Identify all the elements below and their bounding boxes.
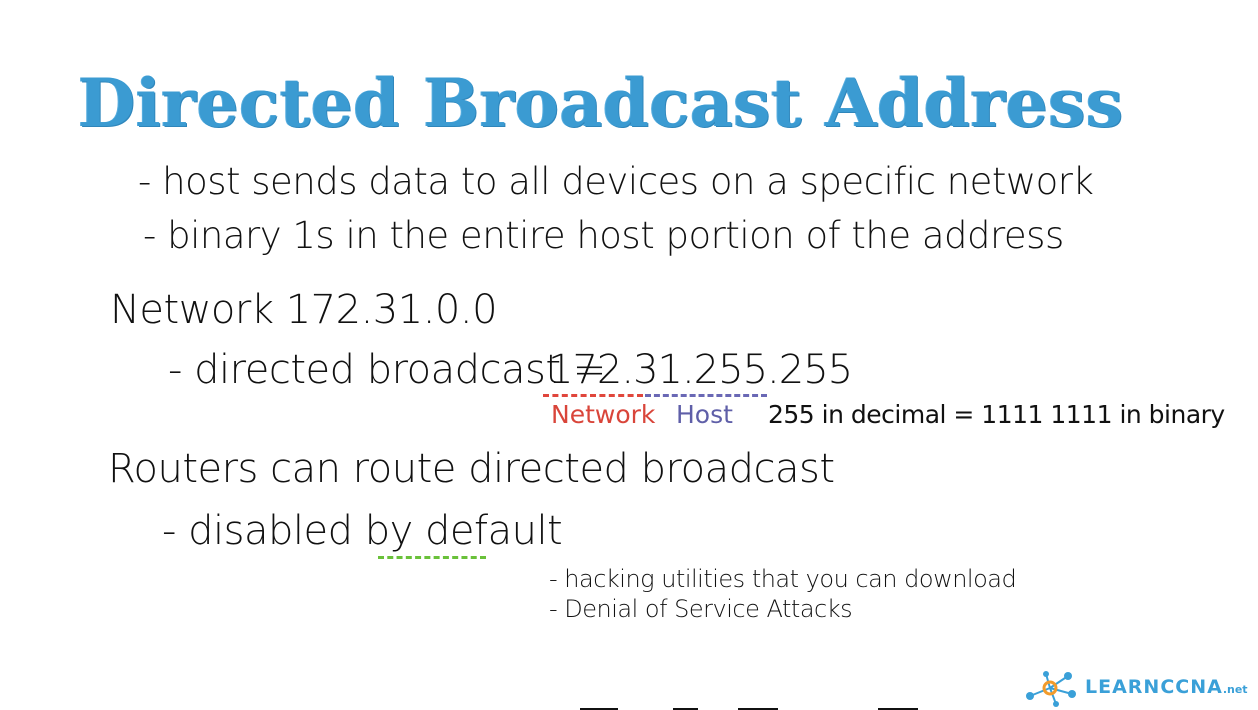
- logo-name: LEARNCCNA: [1085, 676, 1223, 698]
- directed-broadcast-address: 172.31.255.255: [548, 347, 853, 393]
- slide-title: Directed Broadcast Address: [78, 64, 1124, 142]
- host-portion-label: Host: [676, 400, 733, 429]
- directed-broadcast-label: - directed broadcast =: [168, 347, 606, 393]
- network-portion-underline: [543, 394, 643, 397]
- network-line: Network 172.31.0.0: [110, 287, 498, 333]
- sub-bullet-hacking: - hacking utilities that you can downloa…: [549, 565, 1017, 593]
- bullet-host-sends: - host sends data to all devices on a sp…: [138, 160, 1094, 203]
- logo-suffix: .net: [1222, 683, 1248, 696]
- slide-canvas: Directed Broadcast Address - host sends …: [0, 0, 1258, 710]
- binary-note: 255 in decimal = 1111 1111 in binary: [768, 400, 1225, 429]
- routers-line: Routers can route directed broadcast: [108, 446, 835, 492]
- default-underline: [378, 556, 486, 559]
- sub-bullet-dos: - Denial of Service Attacks: [549, 595, 853, 623]
- default-word: default: [425, 508, 563, 554]
- logo-text: LEARNCCNA.net: [1085, 676, 1248, 698]
- host-portion-underline: [645, 394, 767, 397]
- bullet-binary-ones: - binary 1s in the entire host portion o…: [143, 214, 1064, 257]
- cropped-handwriting-fragment: [580, 708, 918, 710]
- disabled-line: - disabled by default: [162, 508, 563, 554]
- network-portion-label: Network: [551, 400, 656, 429]
- disabled-prefix: - disabled by: [162, 508, 425, 554]
